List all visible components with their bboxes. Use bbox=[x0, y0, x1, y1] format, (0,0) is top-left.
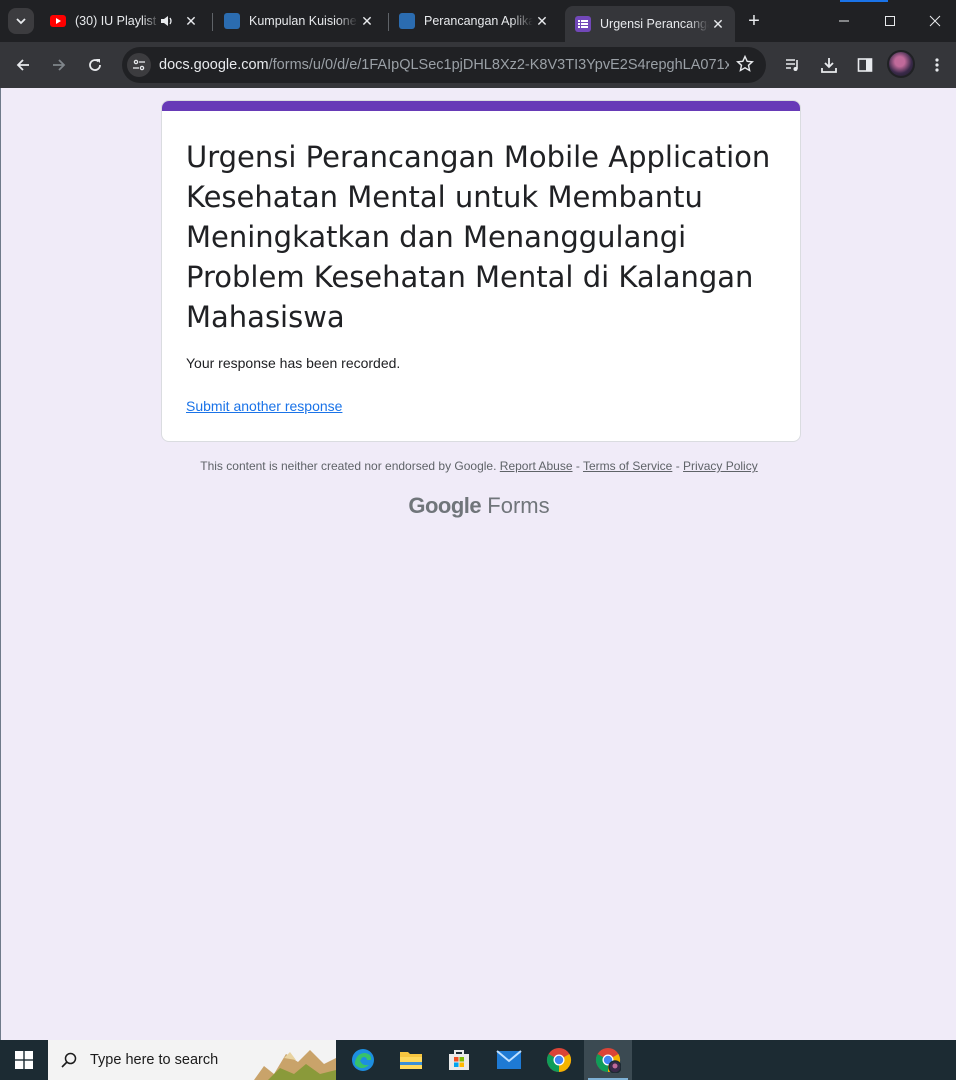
browser-toolbar: docs.google.com/forms/u/0/d/e/1FAIpQLSec… bbox=[0, 42, 956, 88]
youtube-icon bbox=[50, 15, 66, 27]
page-content: Urgensi Perancangan Mobile Application K… bbox=[0, 88, 956, 1040]
tab-title: Perancangan Aplikasi bbox=[424, 14, 533, 28]
file-explorer-icon bbox=[400, 1052, 422, 1069]
google-forms-icon bbox=[575, 16, 591, 32]
submit-another-link[interactable]: Submit another response bbox=[186, 398, 342, 414]
chrome-profile-icon bbox=[595, 1048, 621, 1073]
tab-title: Urgensi Perancangan bbox=[600, 17, 709, 31]
tab-kumpulan-kuisioner[interactable]: Kumpulan Kuisioner ✕ bbox=[214, 6, 384, 36]
back-button[interactable] bbox=[9, 51, 37, 79]
taskbar-chrome[interactable] bbox=[535, 1040, 583, 1080]
close-icon[interactable]: ✕ bbox=[182, 12, 200, 30]
separator: - bbox=[575, 459, 580, 473]
windows-taskbar: Type here to search bbox=[0, 1040, 956, 1080]
url-path: /forms/u/0/d/e/1FAIpQLSec1pjDHL8Xz2-K8V3… bbox=[268, 57, 729, 73]
address-bar[interactable]: docs.google.com/forms/u/0/d/e/1FAIpQLSec… bbox=[122, 47, 766, 83]
taskbar-edge[interactable] bbox=[339, 1040, 387, 1080]
form-title: Urgensi Perancangan Mobile Application K… bbox=[186, 140, 771, 334]
minimize-icon bbox=[839, 20, 849, 22]
form-card: Urgensi Perancangan Mobile Application K… bbox=[161, 100, 801, 442]
forward-button[interactable] bbox=[45, 51, 73, 79]
new-tab-button[interactable]: + bbox=[742, 9, 766, 33]
privacy-link[interactable]: Privacy Policy bbox=[683, 459, 758, 473]
tab-urgensi-perancangan[interactable]: Urgensi Perancangan ✕ bbox=[565, 6, 735, 42]
windows-icon bbox=[15, 1051, 33, 1069]
close-icon[interactable]: ✕ bbox=[533, 12, 551, 30]
report-abuse-link[interactable]: Report Abuse bbox=[500, 459, 573, 473]
confirmation-message: Your response has been recorded. bbox=[186, 355, 401, 371]
taskbar-mail[interactable] bbox=[485, 1040, 533, 1080]
close-icon bbox=[929, 15, 941, 27]
reload-button[interactable] bbox=[81, 51, 109, 79]
start-button[interactable] bbox=[0, 1040, 48, 1080]
url-text: docs.google.com/forms/u/0/d/e/1FAIpQLSec… bbox=[159, 57, 729, 73]
plus-icon: + bbox=[748, 9, 760, 32]
footer-disclaimer: This content is neither created nor endo… bbox=[1, 459, 956, 473]
tab-separator bbox=[212, 13, 213, 31]
minimize-button[interactable] bbox=[821, 0, 867, 42]
search-icon bbox=[60, 1051, 78, 1069]
url-host: docs.google.com bbox=[159, 57, 269, 73]
tab-search-button[interactable] bbox=[8, 8, 34, 34]
search-placeholder: Type here to search bbox=[90, 1052, 219, 1068]
chevron-down-icon bbox=[16, 18, 26, 25]
taskbar-search-box[interactable]: Type here to search bbox=[48, 1040, 336, 1080]
tab-youtube[interactable]: (30) IU Playlist ( ✕ bbox=[40, 6, 208, 36]
terms-link[interactable]: Terms of Service bbox=[583, 459, 672, 473]
maximize-icon bbox=[885, 16, 895, 26]
form-accent-bar bbox=[162, 101, 800, 111]
more-vert-icon bbox=[935, 58, 939, 72]
chrome-icon bbox=[546, 1048, 572, 1072]
close-icon[interactable]: ✕ bbox=[709, 15, 727, 33]
tab-title: Kumpulan Kuisioner bbox=[249, 14, 358, 28]
site-info-icon[interactable] bbox=[127, 53, 151, 77]
download-icon bbox=[821, 58, 837, 73]
downloads-button[interactable] bbox=[815, 51, 843, 79]
speaker-icon[interactable] bbox=[160, 14, 174, 28]
site-icon bbox=[224, 13, 240, 29]
side-panel-button[interactable] bbox=[851, 51, 879, 79]
taskbar-store[interactable] bbox=[435, 1040, 483, 1080]
side-panel-icon bbox=[857, 58, 873, 72]
forward-arrow-icon bbox=[53, 59, 66, 71]
logo-forms-text: Forms bbox=[487, 493, 550, 518]
media-queue-icon bbox=[786, 59, 798, 71]
separator: - bbox=[675, 459, 680, 473]
media-controls-button[interactable] bbox=[779, 51, 807, 79]
close-window-button[interactable] bbox=[912, 0, 956, 42]
tab-strip: (30) IU Playlist ( ✕ Kumpulan Kuisioner … bbox=[0, 0, 956, 42]
store-icon bbox=[449, 1050, 469, 1070]
taskbar-file-explorer[interactable] bbox=[387, 1040, 435, 1080]
close-icon[interactable]: ✕ bbox=[358, 12, 376, 30]
google-forms-logo[interactable]: Google Forms bbox=[1, 493, 956, 519]
menu-button[interactable] bbox=[923, 51, 951, 79]
edge-icon bbox=[352, 1049, 374, 1071]
profile-avatar[interactable] bbox=[887, 50, 915, 78]
maximize-button[interactable] bbox=[867, 0, 913, 42]
disclaimer-text: This content is neither created nor endo… bbox=[200, 459, 497, 473]
taskbar-chrome-profile[interactable] bbox=[584, 1040, 632, 1080]
search-highlight-image bbox=[254, 1044, 336, 1080]
mail-icon bbox=[496, 1050, 522, 1069]
logo-google-text: Google bbox=[408, 493, 482, 518]
bookmark-star-icon[interactable] bbox=[735, 54, 755, 78]
tab-title: (30) IU Playlist ( bbox=[75, 14, 160, 28]
reload-icon bbox=[89, 59, 101, 71]
tab-perancangan-aplikasi[interactable]: Perancangan Aplikasi ✕ bbox=[389, 6, 559, 36]
back-arrow-icon bbox=[16, 59, 29, 71]
site-icon bbox=[399, 13, 415, 29]
